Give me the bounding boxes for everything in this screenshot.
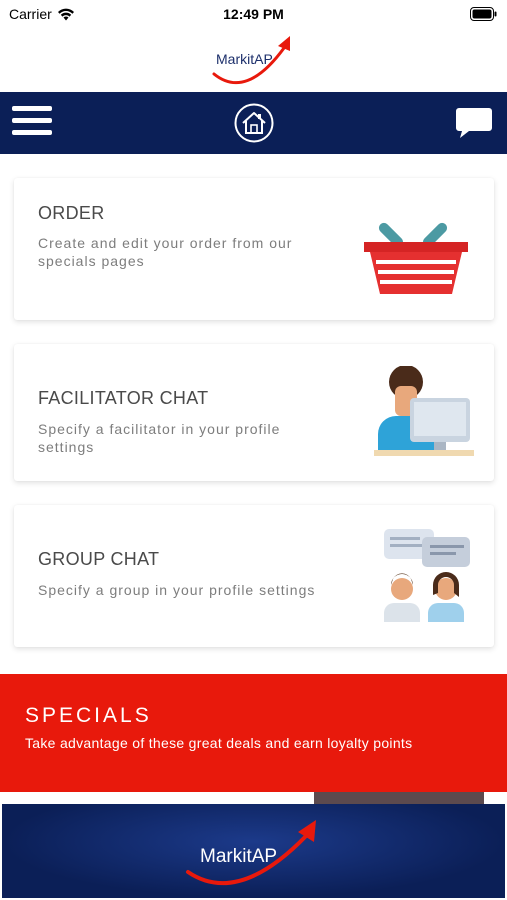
group-chat-icon — [384, 529, 470, 622]
battery-icon — [470, 7, 497, 21]
group-chat-card-title: GROUP CHAT — [38, 549, 160, 569]
decorative-strip — [314, 792, 484, 804]
group-chat-card[interactable]: GROUP CHAT Specify a group in your profi… — [14, 505, 494, 647]
status-bar: Carrier 12:49 PM — [0, 0, 507, 30]
order-card-title: ORDER — [38, 203, 105, 223]
specials-banner[interactable]: SPECIALS Take advantage of these great d… — [0, 674, 507, 792]
facilitator-card-title: FACILITATOR CHAT — [38, 388, 209, 408]
group-chat-card-description: Specify a group in your profile settings — [38, 582, 316, 598]
markitap-banner-logo: MarkitAP — [186, 820, 316, 886]
order-card[interactable]: ORDER Create and edit your order from ou… — [14, 178, 494, 320]
shopping-basket-icon — [364, 222, 468, 294]
status-time: 12:49 PM — [223, 6, 284, 22]
markitap-logo: MarkitAP — [212, 36, 290, 85]
facilitator-chat-card[interactable]: FACILITATOR CHAT Specify a facilitator i… — [14, 344, 494, 481]
chat-bubble-icon[interactable] — [455, 106, 493, 140]
brand-banner: MarkitAP — [2, 804, 505, 898]
specials-subtitle: Take advantage of these great deals and … — [25, 735, 413, 751]
logo-header: MarkitAP — [0, 30, 507, 92]
menu-icon[interactable] — [12, 106, 52, 140]
logo-text: MarkitAP — [216, 51, 273, 67]
home-icon[interactable] — [234, 103, 274, 143]
facilitator-at-computer-icon — [374, 366, 474, 456]
top-navbar — [0, 92, 507, 154]
facilitator-card-description: Specify a facilitator in your profile se… — [38, 421, 281, 455]
specials-title: SPECIALS — [25, 704, 152, 727]
banner-logo-text: MarkitAP — [200, 846, 277, 867]
order-card-description: Create and edit your order from our spec… — [38, 235, 293, 269]
